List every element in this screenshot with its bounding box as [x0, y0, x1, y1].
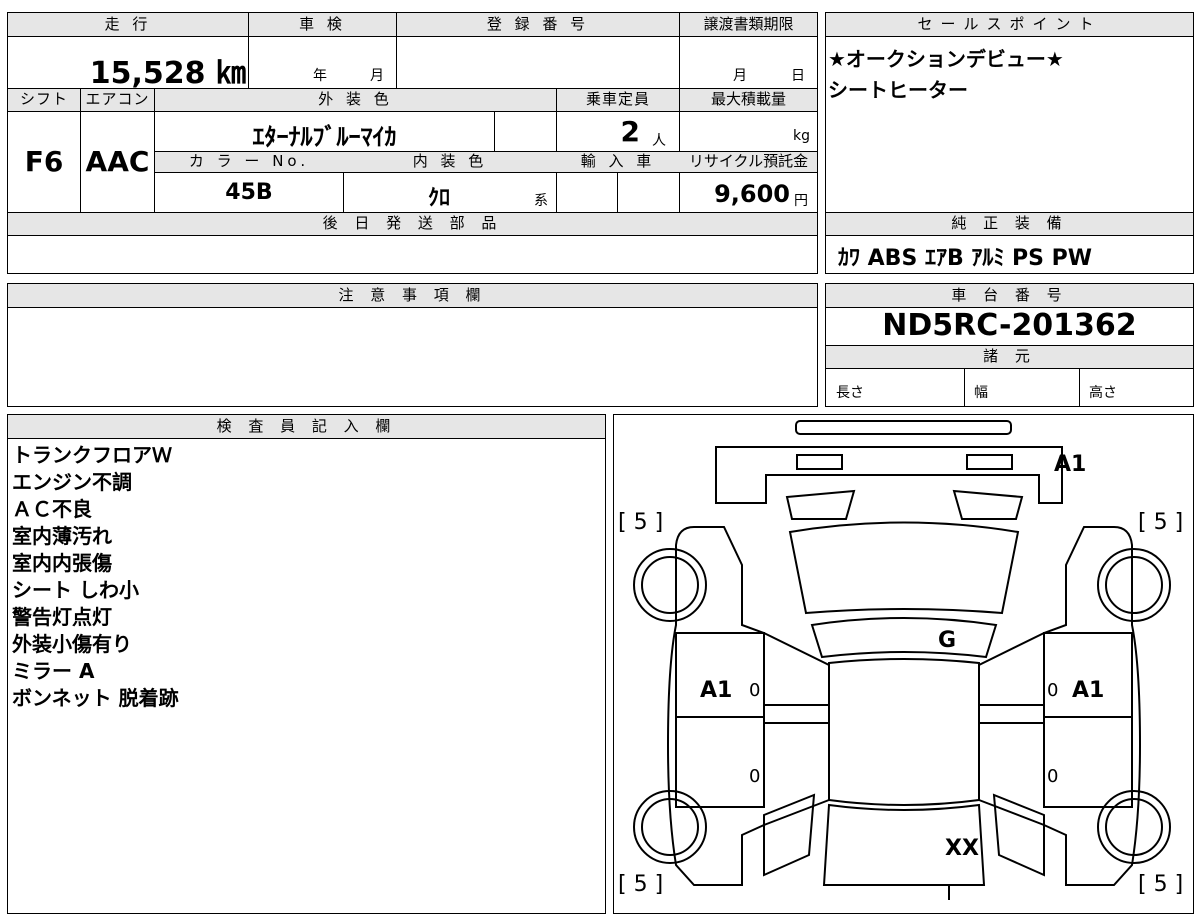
left-door-rear — [675, 632, 765, 718]
left-upper-zero: 0 — [749, 680, 761, 701]
recycle-value: 9,600 — [714, 180, 790, 208]
ac-label: エアコン — [85, 90, 150, 108]
right-lower-zero: 0 — [1047, 766, 1059, 787]
capacity-unit: 人 — [652, 133, 666, 149]
tail-lamp-right — [966, 454, 1013, 470]
windshield — [810, 617, 998, 659]
interior-color-value: ｸﾛ — [427, 186, 450, 211]
transfer-day-unit: 日 — [791, 68, 805, 84]
rear-deck-left — [785, 489, 856, 520]
inspector-line: ＡＣ不良 — [12, 497, 92, 521]
inspector-line: ミラー A — [12, 659, 95, 683]
sales-point-line-1: ★オークションデビュー★ — [828, 47, 1064, 71]
tire-mark-rear-left: [ 5 ] — [618, 510, 664, 535]
inspector-line: エンジン不調 — [12, 470, 132, 494]
inspector-notes: トランクフロアＷ エンジン不調 ＡＣ不良 室内薄汚れ 室内内張傷 シート しわ小… — [12, 442, 592, 712]
tire-mark-front-left: [ 5 ] — [618, 872, 664, 897]
mileage-label: 走 行 — [104, 15, 152, 33]
capacity-value: 2 — [620, 115, 640, 148]
inspector-line: トランクフロアＷ — [12, 443, 172, 467]
registration-label: 登 録 番 号 — [486, 15, 590, 33]
trunk-damage-mark: A1 — [1054, 452, 1087, 477]
interior-color-suffix: 系 — [534, 193, 548, 209]
tire-mark-front-right: [ 5 ] — [1138, 872, 1184, 897]
roof-panel — [788, 521, 1020, 615]
length-label: 長さ — [836, 385, 864, 401]
chassis-label: 車 台 番 号 — [951, 286, 1068, 304]
interior-color-label: 内 装 色 — [412, 152, 488, 170]
inspector-line: シート しわ小 — [12, 578, 139, 602]
inspection-month-unit: 月 — [370, 68, 384, 84]
inspector-line: 室内内張傷 — [12, 551, 112, 575]
inspector-label: 検 査 員 記 入 欄 — [216, 417, 397, 435]
right-door-rear — [1043, 632, 1133, 718]
right-door-damage-mark: A1 — [1072, 678, 1105, 703]
rear-deck-right — [952, 489, 1024, 520]
notes-label: 注 意 事 項 欄 — [338, 286, 487, 304]
genuine-equipment-value: ｶﾜ ABS ｴｱB ｱﾙﾐ PS PW — [838, 246, 1093, 271]
left-door-front — [675, 716, 765, 808]
inspector-line: 警告灯点灯 — [12, 605, 112, 629]
tail-lamp-left — [796, 454, 843, 470]
max-load-label: 最大積載量 — [710, 90, 786, 108]
recycle-unit: 円 — [794, 193, 808, 209]
tire-mark-rear-right: [ 5 ] — [1138, 510, 1184, 535]
left-lower-zero: 0 — [749, 766, 761, 787]
inspection-label: 車 検 — [299, 15, 346, 33]
left-door-damage-mark: A1 — [700, 678, 733, 703]
color-no-value: 45B — [225, 180, 273, 205]
right-upper-zero: 0 — [1047, 680, 1059, 701]
specs-label: 諸 元 — [983, 347, 1036, 365]
sales-point-line-2: シートヒーター — [828, 78, 968, 102]
height-label: 高さ — [1089, 385, 1117, 401]
recycle-label: リサイクル預託金 — [688, 152, 809, 170]
shift-value: F6 — [24, 145, 64, 178]
transfer-month-unit: 月 — [733, 68, 747, 84]
glass-damage-mark: G — [938, 628, 957, 653]
shift-label: シフト — [19, 90, 68, 108]
inspector-line: 室内薄汚れ — [12, 524, 112, 548]
width-label: 幅 — [974, 385, 988, 401]
tire-rear-right — [1097, 548, 1171, 622]
chassis-value: ND5RC-201362 — [882, 308, 1137, 343]
mileage-value: 15,528 ㎞ — [89, 56, 246, 91]
exterior-color-value: ｴﾀｰﾅﾙﾌﾞﾙｰﾏｲｶ — [252, 123, 397, 151]
max-load-unit: kg — [793, 128, 810, 144]
inspection-year-unit: 年 — [313, 68, 327, 84]
front-fender-right — [992, 793, 1045, 877]
front-fender-left — [763, 793, 816, 877]
genuine-equipment-label: 純 正 装 備 — [951, 214, 1068, 232]
cabin-floor — [828, 658, 980, 806]
transfer-deadline-label: 譲渡書類期限 — [703, 15, 794, 33]
inspector-line: 外装小傷有り — [12, 632, 132, 656]
ac-value: AAC — [85, 145, 150, 178]
rear-bumper — [795, 420, 1012, 435]
capacity-label: 乗車定員 — [585, 90, 650, 108]
tire-rear-left — [633, 548, 707, 622]
car-diagram — [633, 420, 1171, 900]
color-no-label: カ ラ ー No. — [188, 152, 310, 170]
exterior-color-label: 外 装 色 — [318, 90, 393, 108]
inspector-line: ボンネット 脱着跡 — [12, 686, 179, 710]
sales-point-label: セールスポイント — [917, 15, 1102, 33]
hood-damage-mark: XX — [945, 836, 979, 861]
later-parts-label: 後 日 発 送 部 品 — [322, 214, 503, 232]
import-label: 輸 入 車 — [580, 152, 656, 170]
